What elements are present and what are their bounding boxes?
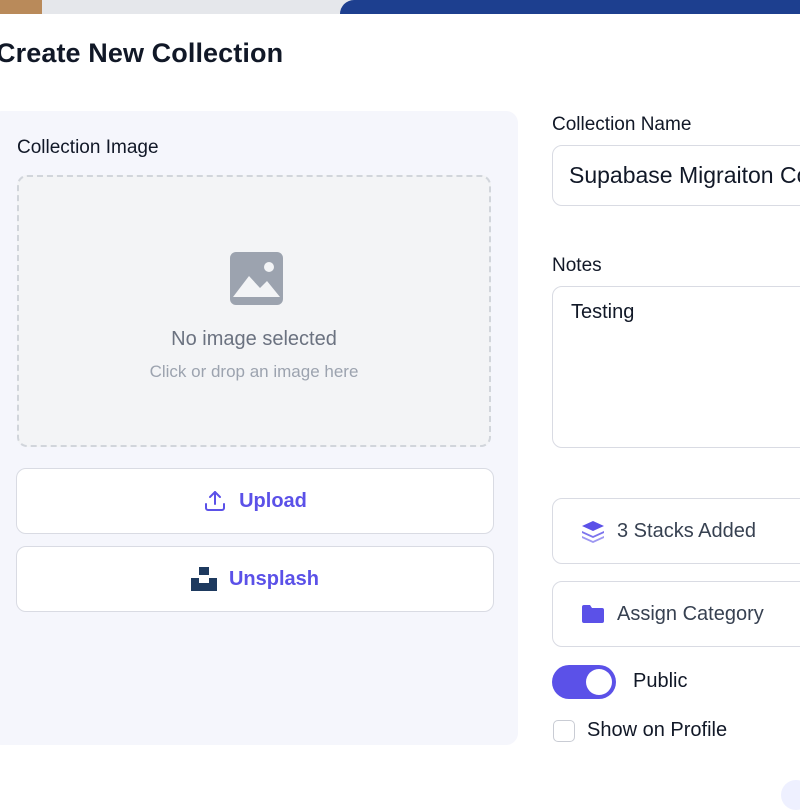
- stacks-added-label: 3 Stacks Added: [617, 519, 756, 542]
- create-collection-modal: Create New Collection Collection Image N…: [0, 14, 800, 801]
- collection-name-field[interactable]: [552, 145, 800, 206]
- notes-label: Notes: [552, 255, 602, 276]
- modal-title: Create New Collection: [0, 38, 284, 68]
- no-image-text: No image selected: [171, 328, 337, 350]
- collection-image-label: Collection Image: [17, 137, 159, 158]
- notes-field[interactable]: Testing: [552, 286, 800, 448]
- corner-button[interactable]: [781, 780, 800, 810]
- collection-name-label: Collection Name: [552, 114, 692, 135]
- image-icon: [230, 252, 283, 305]
- assign-category-label: Assign Category: [617, 602, 764, 625]
- stacks-added-button[interactable]: 3 Stacks Added: [552, 498, 800, 564]
- upload-icon: [205, 491, 226, 511]
- image-dropzone[interactable]: No image selected Click or drop an image…: [17, 175, 491, 447]
- show-on-profile-checkbox[interactable]: [553, 720, 575, 742]
- background-strip: [0, 0, 800, 14]
- public-label: Public: [633, 670, 688, 692]
- upload-button[interactable]: Upload: [16, 468, 494, 534]
- public-toggle[interactable]: [552, 665, 616, 699]
- toggle-knob: [586, 669, 612, 695]
- drop-hint-text: Click or drop an image here: [149, 362, 359, 381]
- background-banner: [340, 0, 800, 14]
- unsplash-label: Unsplash: [228, 567, 320, 590]
- show-on-profile-label: Show on Profile: [587, 719, 728, 741]
- upload-label: Upload: [239, 489, 307, 512]
- background-thumbnail: [0, 0, 42, 14]
- layers-icon: [582, 521, 604, 543]
- notes-textarea[interactable]: Testing: [553, 287, 800, 447]
- unsplash-logo-icon: [190, 567, 217, 591]
- assign-category-button[interactable]: Assign Category: [552, 581, 800, 647]
- unsplash-button[interactable]: Unsplash: [16, 546, 494, 612]
- collection-name-input[interactable]: [553, 146, 800, 205]
- folder-icon: [582, 605, 604, 623]
